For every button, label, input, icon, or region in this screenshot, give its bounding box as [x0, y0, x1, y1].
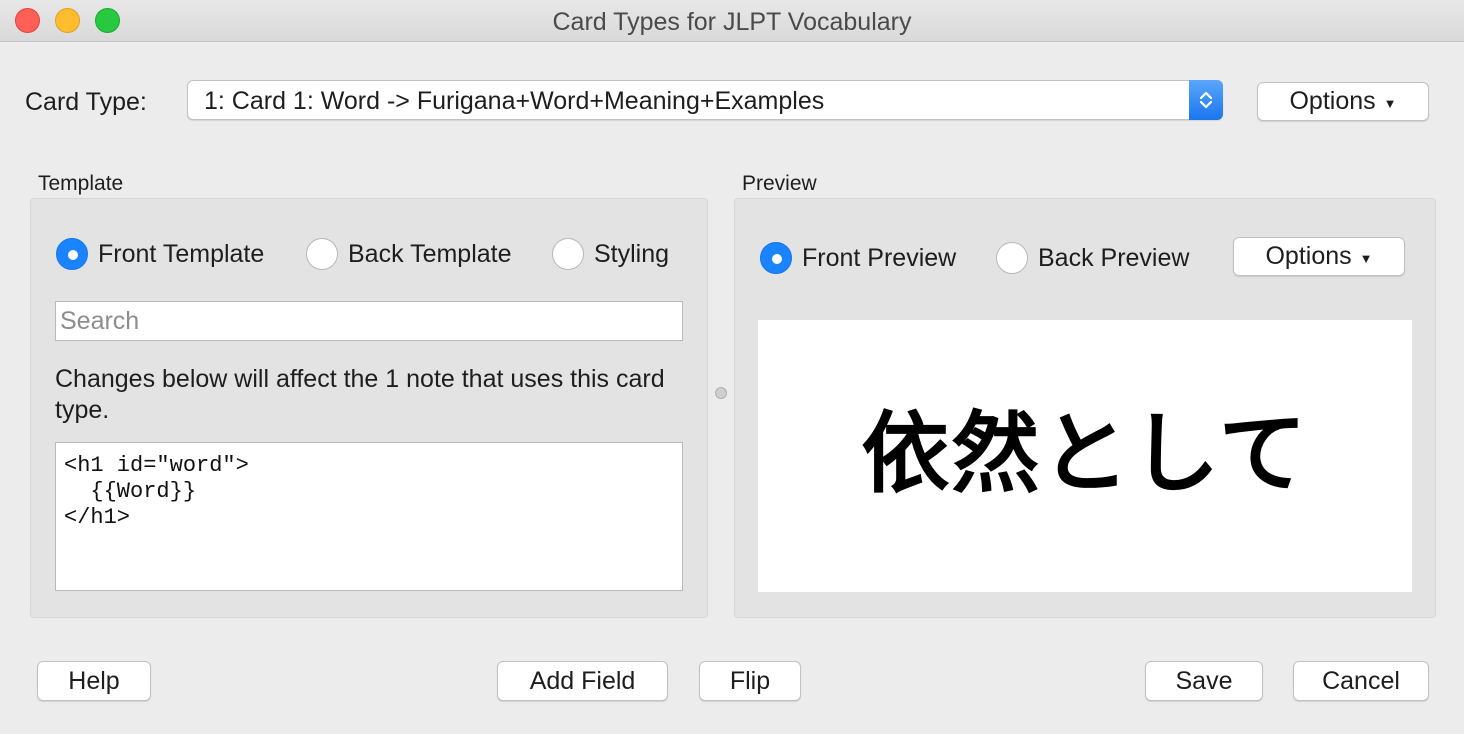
radio-unchecked-icon: [306, 238, 338, 270]
card-preview: 依然として: [758, 320, 1412, 592]
dropdown-caret-icon: ▼: [1359, 251, 1373, 266]
help-button[interactable]: Help: [37, 661, 151, 701]
radio-back-preview[interactable]: Back Preview: [996, 242, 1189, 274]
window-title: Card Types for JLPT Vocabulary: [552, 8, 912, 36]
radio-back-template-label: Back Template: [348, 239, 512, 268]
card-type-options-button[interactable]: Options ▼: [1257, 82, 1429, 121]
card-types-window: Card Types for JLPT Vocabulary Card Type…: [0, 0, 1464, 734]
radio-front-preview[interactable]: Front Preview: [760, 242, 956, 274]
card-type-selected-value: 1: Card 1: Word -> Furigana+Word+Meaning…: [204, 87, 825, 115]
template-search-input[interactable]: [55, 301, 683, 341]
radio-front-template[interactable]: Front Template: [56, 238, 264, 270]
splitter-handle[interactable]: [715, 387, 727, 399]
select-arrows-icon: [1189, 80, 1223, 120]
cancel-button[interactable]: Cancel: [1293, 661, 1429, 701]
preview-section-label: Preview: [742, 172, 817, 195]
radio-front-preview-label: Front Preview: [802, 243, 957, 272]
radio-unchecked-icon: [996, 242, 1028, 274]
radio-back-template[interactable]: Back Template: [306, 238, 512, 270]
template-section-label: Template: [38, 172, 124, 195]
add-field-button[interactable]: Add Field: [497, 661, 668, 701]
options-button-label: Options: [1265, 242, 1352, 270]
radio-checked-icon: [760, 242, 792, 274]
title-bar[interactable]: Card Types for JLPT Vocabulary: [0, 0, 1464, 42]
preview-word: 依然として: [861, 401, 1309, 505]
card-type-label: Card Type:: [25, 88, 147, 116]
dropdown-caret-icon: ▼: [1383, 96, 1397, 111]
preview-options-button[interactable]: Options ▼: [1233, 237, 1405, 276]
radio-front-template-label: Front Template: [98, 239, 265, 268]
radio-styling-label: Styling: [594, 239, 670, 268]
save-button[interactable]: Save: [1145, 661, 1263, 701]
options-button-label: Options: [1289, 87, 1376, 115]
affected-notes-message: Changes below will affect the 1 note tha…: [55, 365, 665, 424]
flip-button[interactable]: Flip: [699, 661, 801, 701]
card-type-select[interactable]: 1: Card 1: Word -> Furigana+Word+Meaning…: [187, 80, 1223, 120]
radio-styling[interactable]: Styling: [552, 238, 669, 270]
radio-unchecked-icon: [552, 238, 584, 270]
radio-checked-icon: [56, 238, 88, 270]
template-code-editor[interactable]: <h1 id="word"> {{Word}} </h1>: [55, 442, 683, 591]
radio-back-preview-label: Back Preview: [1038, 243, 1190, 272]
